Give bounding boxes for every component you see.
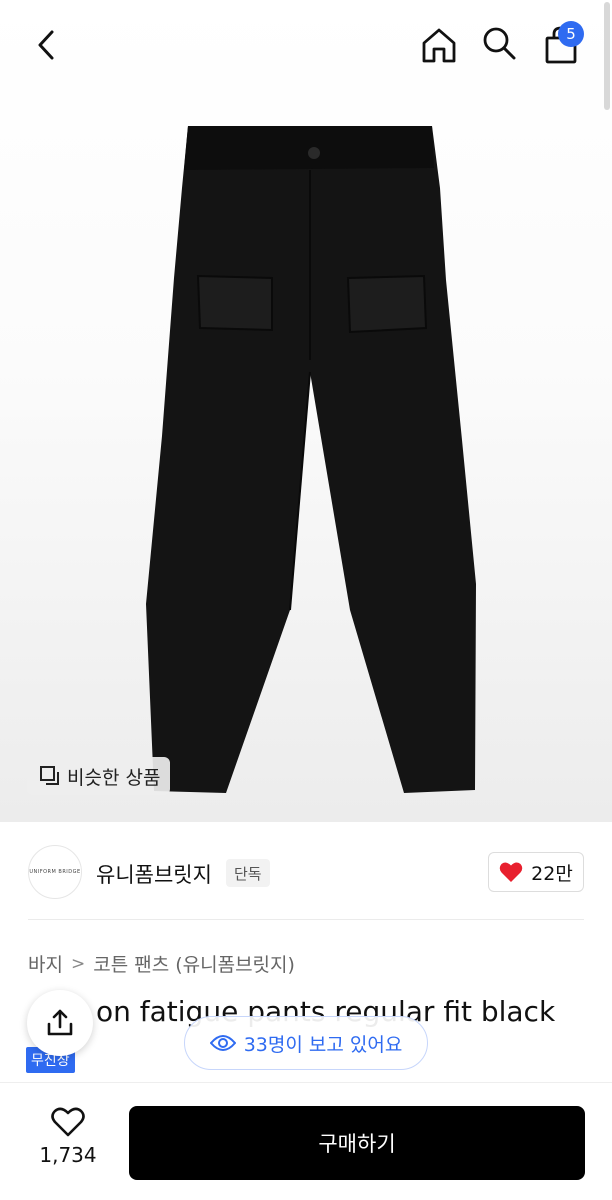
breadcrumb: 바지 > 코튼 팬츠 (유니폼브릿지) (28, 950, 295, 977)
buy-button[interactable]: 구매하기 (129, 1106, 585, 1180)
cart-count-badge: 5 (558, 21, 584, 47)
search-button[interactable] (474, 20, 524, 66)
exclusive-tag: 단독 (226, 859, 270, 887)
product-page: 5 비슷한 상품 UNIFORM BRIDGE 유니폼브릿지 단독 22만 바지… (0, 0, 612, 1200)
bottom-action-bar: 1,734 구매하기 (0, 1082, 612, 1200)
product-image-area[interactable] (0, 0, 612, 822)
breadcrumb-category[interactable]: 바지 (28, 950, 63, 977)
similar-products-label: 비슷한 상품 (67, 766, 161, 789)
chevron-right-icon: > (70, 953, 86, 974)
viewers-indicator: 33명이 보고 있어요 (184, 1016, 428, 1070)
eye-icon (209, 1035, 236, 1051)
brand-name[interactable]: 유니폼브릿지 (96, 859, 212, 889)
search-icon (483, 27, 516, 60)
similar-products-button[interactable]: 비슷한 상품 (27, 757, 171, 795)
heart-outline-icon (51, 1107, 85, 1137)
top-bar: 5 (0, 0, 612, 92)
share-icon (47, 1009, 73, 1036)
back-button[interactable] (22, 22, 72, 68)
share-button[interactable] (27, 990, 93, 1056)
divider (28, 919, 584, 920)
product-image (146, 126, 476, 793)
wishlist-count: 1,734 (39, 1143, 97, 1167)
copy-icon (40, 766, 59, 785)
brand-logo-text: UNIFORM BRIDGE (29, 869, 81, 875)
brand-like-button[interactable]: 22만 (488, 852, 584, 892)
brand-logo[interactable]: UNIFORM BRIDGE (28, 845, 82, 899)
heart-filled-icon (499, 862, 523, 882)
chevron-left-icon (38, 30, 54, 60)
breadcrumb-subcategory[interactable]: 코튼 팬츠 (유니폼브릿지) (93, 950, 295, 977)
home-icon (422, 28, 456, 63)
wishlist-button[interactable]: 1,734 (28, 1107, 108, 1177)
viewers-text: 33명이 보고 있어요 (243, 1033, 403, 1056)
brand-like-count: 22만 (531, 862, 573, 885)
home-button[interactable] (414, 22, 464, 68)
brand-row: UNIFORM BRIDGE 유니폼브릿지 단독 22만 (0, 845, 612, 901)
scrollbar[interactable] (604, 2, 610, 110)
